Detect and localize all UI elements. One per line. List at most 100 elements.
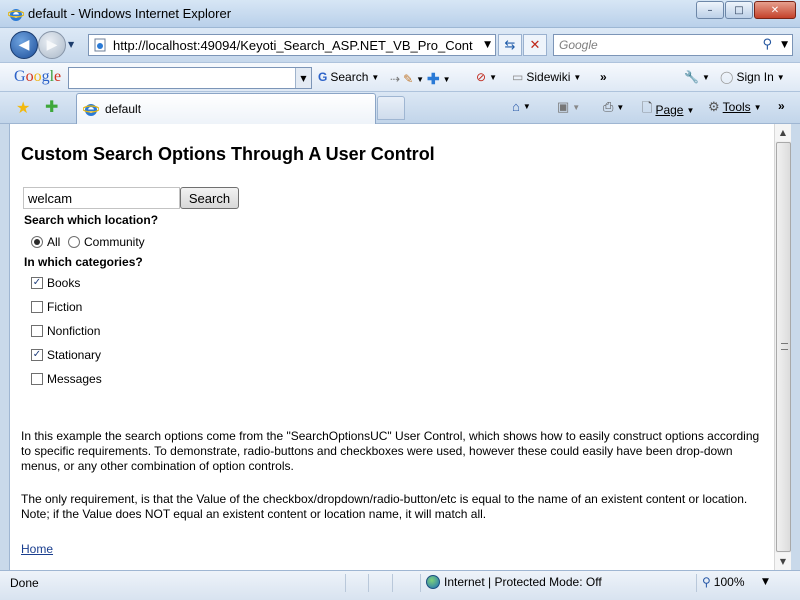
favorites-star-icon[interactable]: ★ [16, 98, 30, 117]
globe-icon [426, 575, 440, 589]
refresh-button[interactable]: ⇆ [498, 34, 522, 56]
stop-button[interactable]: ✕ [523, 34, 547, 56]
dropdown-icon[interactable]: ▼ [573, 73, 581, 82]
toolbar-overflow-button[interactable]: » [600, 70, 607, 84]
google-search-label: Search [330, 70, 369, 84]
zoom-label: 100% [713, 575, 745, 589]
dropdown-icon[interactable]: ▼ [416, 75, 424, 84]
checkbox-stationary[interactable]: ✓ [31, 349, 43, 361]
maximize-button[interactable]: □ [725, 1, 753, 19]
category-messages[interactable]: Messages [31, 372, 102, 386]
sign-in-button[interactable]: ◯ Sign In ▼ [720, 70, 785, 84]
command-overflow-button[interactable]: » [778, 99, 785, 113]
popup-blocker-icon: ⊘ [476, 70, 487, 84]
zoom-icon: ⚲ [702, 575, 711, 589]
category-stationary[interactable]: ✓ Stationary [31, 348, 101, 362]
user-circle-icon: ◯ [720, 70, 734, 84]
google-logo-letter: e [54, 68, 62, 85]
page-menu-label: Page [655, 103, 684, 117]
address-bar[interactable]: http://localhost:49094/Keyoti_Search_ASP… [88, 34, 496, 56]
sign-in-label: Sign In [736, 70, 774, 84]
radio-community[interactable] [68, 236, 80, 248]
google-toolbar: Google ▼ G Search ▼ ⇢ ✎ ▼ ✚ ▼ ⊘ ▼ ▭ Side… [0, 62, 800, 92]
search-icon[interactable]: ⚲ [762, 37, 772, 52]
checkbox-stationary-label: Stationary [47, 348, 102, 362]
scroll-down-button[interactable]: ▼ [775, 553, 791, 570]
sidewiki-button[interactable]: ▭ Sidewiki ▼ [512, 70, 581, 84]
checkbox-fiction[interactable] [31, 301, 43, 313]
requirement-paragraph: The only requirement, is that the Value … [21, 492, 748, 521]
title-bar: default - Windows Internet Explorer – □ … [0, 0, 800, 28]
dropdown-icon[interactable]: ▼ [777, 73, 785, 82]
radio-community-label: Community [84, 235, 145, 249]
google-logo-letter: o [25, 68, 34, 85]
scroll-grip-icon [781, 343, 788, 350]
status-divider [345, 574, 346, 592]
dropdown-icon[interactable]: ▼ [489, 73, 497, 82]
feeds-button[interactable]: ▣ ▼ [557, 99, 580, 115]
address-dropdown-icon[interactable]: ▼ [484, 40, 491, 50]
tools-menu-label: Tools [722, 100, 751, 114]
print-button[interactable]: ⎙ ▼ [603, 99, 624, 115]
zoom-level[interactable]: ⚲ 100% [702, 575, 745, 589]
search-button[interactable]: Search [180, 187, 239, 209]
wrench-button[interactable]: 🔧 ▼ [684, 70, 710, 84]
back-button[interactable]: ◀ [10, 31, 38, 59]
dropdown-icon[interactable]: ▼ [523, 102, 531, 111]
security-zone[interactable]: Internet | Protected Mode: Off [426, 575, 602, 589]
dropdown-icon[interactable]: ▼ [754, 103, 762, 112]
google-tool-group[interactable]: ⇢ ✎ ▼ ✚ ▼ [390, 70, 451, 88]
minimize-button[interactable]: – [696, 1, 724, 19]
dropdown-icon[interactable]: ▼ [686, 106, 694, 115]
status-divider [696, 574, 697, 592]
add-favorite-icon[interactable]: ✚ [45, 97, 58, 116]
status-divider [392, 574, 393, 592]
dropdown-icon[interactable]: ▼ [371, 73, 379, 82]
location-option-all[interactable]: All [31, 235, 60, 249]
google-search-input[interactable]: ▼ [68, 67, 312, 89]
dropdown-icon[interactable]: ▼ [702, 73, 710, 82]
page-menu-button[interactable]: 🗋 Page ▼ [642, 99, 694, 121]
description-paragraph: In this example the search options come … [21, 429, 760, 473]
home-link[interactable]: Home [21, 542, 53, 556]
recent-pages-dropdown[interactable]: ▼ [68, 40, 74, 49]
tab-default[interactable]: default [76, 93, 376, 124]
plus-icon[interactable]: ✚ [427, 70, 440, 88]
browser-search-box[interactable]: Google ⚲ ▼ [553, 34, 793, 56]
category-nonfiction[interactable]: Nonfiction [31, 324, 100, 338]
category-fiction[interactable]: Fiction [31, 300, 82, 314]
window-controls: – □ ✕ [695, 1, 796, 19]
dropdown-icon[interactable]: ▼ [616, 103, 624, 112]
dropdown-icon[interactable]: ▼ [443, 75, 451, 84]
categories-label: In which categories? [24, 255, 143, 269]
home-icon: ⌂ [512, 99, 520, 114]
close-window-button[interactable]: ✕ [754, 1, 796, 19]
scroll-up-button[interactable]: ▲ [775, 124, 791, 141]
url-text[interactable]: http://localhost:49094/Keyoti_Search_ASP… [113, 38, 473, 53]
search-input[interactable] [23, 187, 180, 209]
bookmark-icon[interactable]: ✎ [403, 72, 413, 86]
location-option-community[interactable]: Community [68, 235, 145, 249]
dropdown-icon[interactable]: ▼ [572, 103, 580, 112]
checkbox-messages[interactable] [31, 373, 43, 385]
google-search-button[interactable]: G Search ▼ [318, 70, 379, 84]
scroll-thumb[interactable] [776, 142, 791, 552]
radio-all[interactable] [31, 236, 43, 248]
category-books[interactable]: ✓ Books [31, 276, 80, 290]
checkbox-books[interactable]: ✓ [31, 277, 43, 289]
new-tab-button[interactable] [377, 96, 405, 120]
zoom-dropdown-icon[interactable]: ▼ [762, 577, 769, 587]
vertical-scrollbar[interactable]: ▲ ▼ [774, 124, 791, 570]
checkbox-nonfiction-label: Nonfiction [47, 324, 101, 338]
google-logo-letter: G [14, 68, 26, 85]
search-provider-dropdown[interactable]: ▼ [781, 40, 788, 50]
checkbox-nonfiction[interactable] [31, 325, 43, 337]
ie-logo-icon [8, 9, 24, 21]
google-g-icon: G [318, 70, 328, 84]
google-history-dropdown[interactable]: ▼ [295, 68, 311, 88]
popup-blocker-button[interactable]: ⊘ ▼ [476, 70, 497, 84]
tools-menu-button[interactable]: ⚙ Tools ▼ [708, 99, 762, 115]
home-button[interactable]: ⌂ ▼ [512, 99, 531, 114]
forward-button[interactable]: ▶ [38, 31, 66, 59]
location-label: Search which location? [24, 213, 159, 227]
